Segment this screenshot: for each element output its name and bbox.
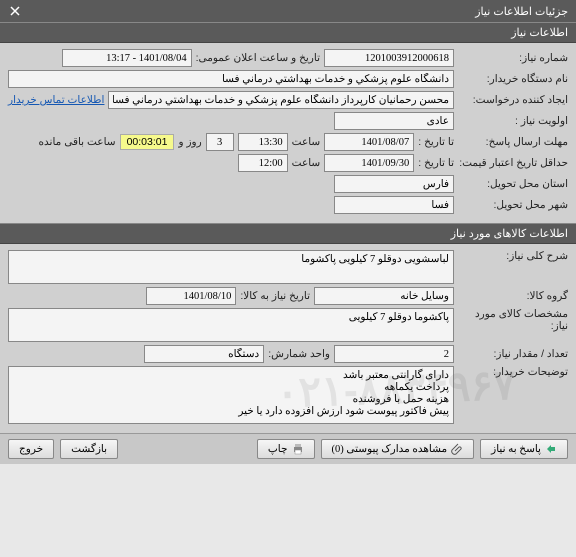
reply-icon xyxy=(545,443,557,455)
attachments-button[interactable]: مشاهده مدارک پیوستی (0) xyxy=(321,439,475,459)
section-header-need-info: اطلاعات نیاز xyxy=(0,22,576,43)
desc-label: شرح کلی نیاز: xyxy=(458,250,568,262)
announce-label: تاریخ و ساعت اعلان عمومی: xyxy=(196,52,320,64)
button-bar: پاسخ به نیاز مشاهده مدارک پیوستی (0) چاپ… xyxy=(0,433,576,464)
window-titlebar: جزئیات اطلاعات نیاز xyxy=(0,0,576,22)
need-date-field xyxy=(146,287,236,305)
need-info-form: شماره نیاز: تاریخ و ساعت اعلان عمومی: نا… xyxy=(0,43,576,223)
section-header-goods: اطلاعات کالاهای مورد نیاز xyxy=(0,223,576,244)
province-label: استان محل تحویل: xyxy=(458,178,568,190)
notes-label: توضیحات خریدار: xyxy=(458,366,568,378)
reply-button-label: پاسخ به نیاز xyxy=(491,443,541,455)
qty-field xyxy=(334,345,454,363)
group-label: گروه کالا: xyxy=(458,290,568,302)
exit-button[interactable]: خروج xyxy=(8,439,54,459)
print-button-label: چاپ xyxy=(268,443,288,455)
buyer-field xyxy=(8,70,454,88)
province-field xyxy=(334,175,454,193)
creator-label: ایجاد کننده درخواست: xyxy=(458,94,568,106)
priority-label: اولویت نیاز : xyxy=(458,115,568,127)
qty-label: تعداد / مقدار نیاز: xyxy=(458,348,568,360)
creator-field xyxy=(108,91,454,109)
validity-time-field xyxy=(238,154,288,172)
unit-field xyxy=(144,345,264,363)
need-number-field xyxy=(324,49,454,67)
need-date-label: تاریخ نیاز به کالا: xyxy=(240,290,310,302)
to-date-label-2: تا تاریخ : xyxy=(418,157,454,169)
to-date-label-1: تا تاریخ : xyxy=(418,136,454,148)
window-title: جزئیات اطلاعات نیاز xyxy=(475,5,568,18)
deadline-time-field xyxy=(238,133,288,151)
validity-label: حداقل تاریخ اعتبار قیمت: xyxy=(458,157,568,169)
priority-field xyxy=(334,112,454,130)
print-button[interactable]: چاپ xyxy=(257,439,315,459)
countdown-timer: 00:03:01 xyxy=(120,134,175,150)
city-field xyxy=(334,196,454,214)
back-button[interactable]: بازگشت xyxy=(60,439,118,459)
back-button-label: بازگشت xyxy=(71,443,107,455)
spec-label: مشخصات کالای مورد نیاز: xyxy=(458,308,568,332)
goods-form: شرح کلی نیاز: گروه کالا: تاریخ نیاز به ک… xyxy=(0,244,576,433)
reply-button[interactable]: پاسخ به نیاز xyxy=(480,439,568,459)
remain-label: ساعت باقی مانده xyxy=(39,136,116,148)
group-field xyxy=(314,287,454,305)
unit-label: واحد شمارش: xyxy=(268,348,330,360)
validity-date-field xyxy=(324,154,414,172)
deadline-label: مهلت ارسال پاسخ: xyxy=(458,136,568,148)
desc-field xyxy=(8,250,454,284)
city-label: شهر محل تحویل: xyxy=(458,199,568,211)
time-label-1: ساعت xyxy=(292,136,321,148)
days-field xyxy=(206,133,234,151)
close-icon[interactable] xyxy=(8,4,22,18)
spec-field xyxy=(8,308,454,342)
attachments-button-label: مشاهده مدارک پیوستی (0) xyxy=(332,443,448,455)
announce-field xyxy=(62,49,192,67)
notes-field xyxy=(8,366,454,424)
need-number-label: شماره نیاز: xyxy=(458,52,568,64)
days-label: روز و xyxy=(178,136,201,148)
exit-button-label: خروج xyxy=(19,443,43,455)
paperclip-icon xyxy=(451,443,463,455)
deadline-date-field xyxy=(324,133,414,151)
time-label-2: ساعت xyxy=(292,157,321,169)
contact-link[interactable]: اطلاعات تماس خریدار xyxy=(8,94,104,106)
buyer-label: نام دستگاه خریدار: xyxy=(458,73,568,85)
print-icon xyxy=(292,443,304,455)
